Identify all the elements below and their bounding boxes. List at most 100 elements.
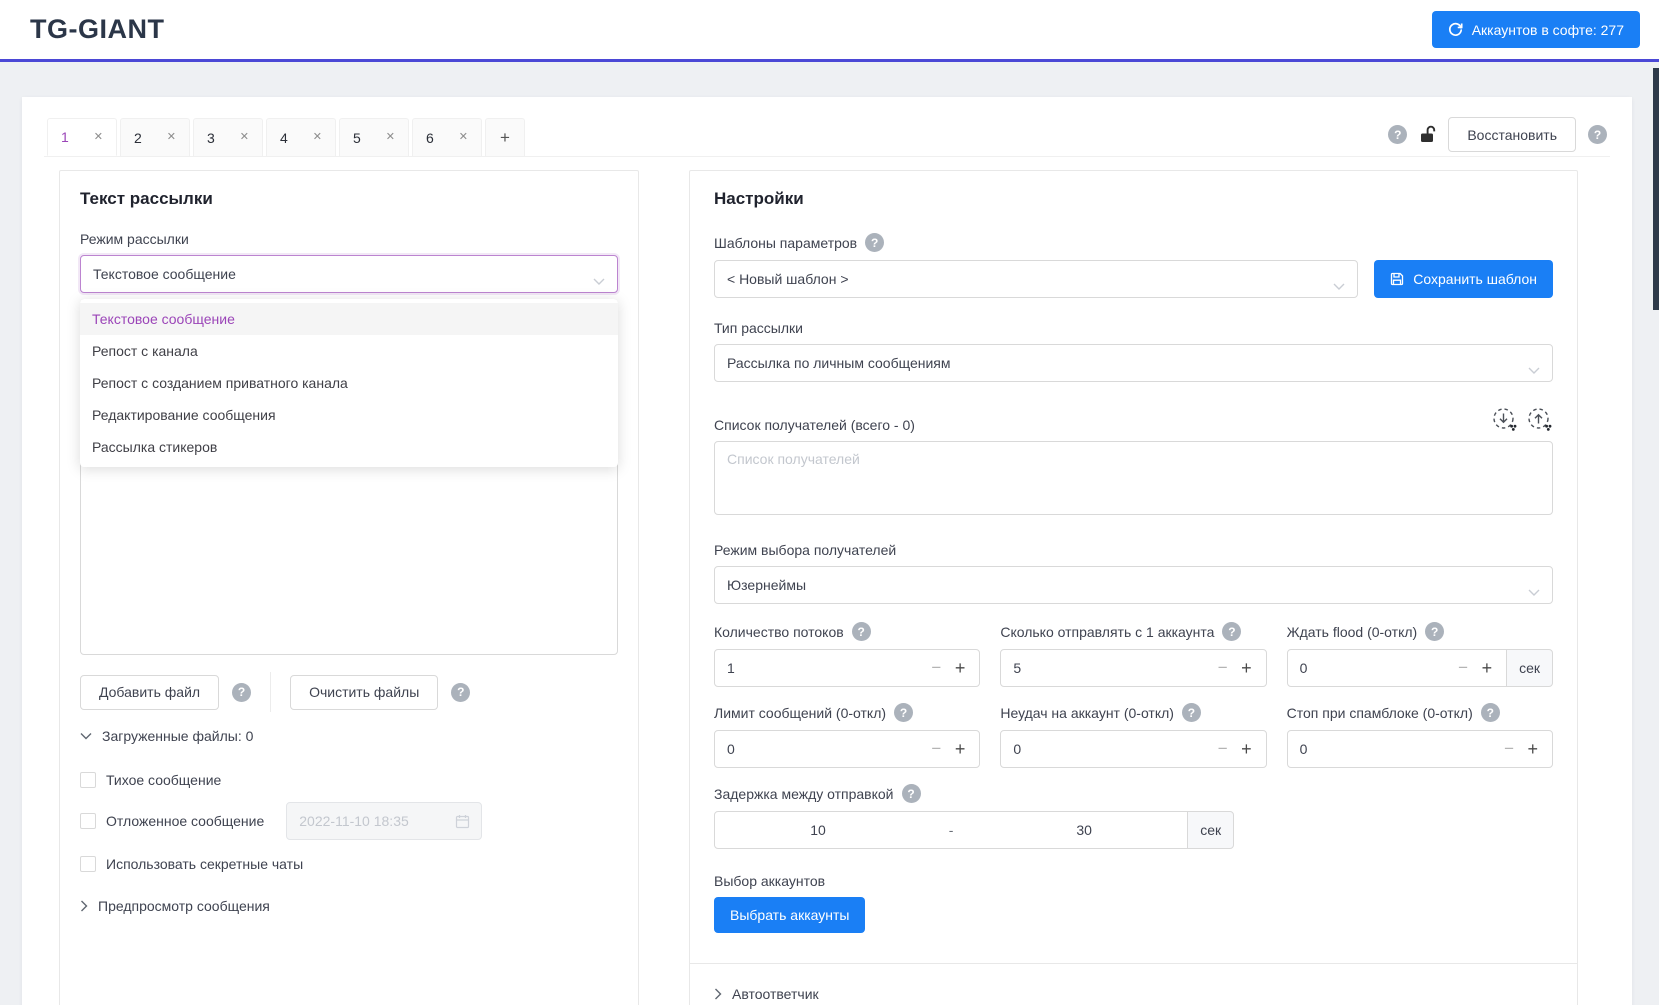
app-header: TG-GIANT Аккаунтов в софте: 277: [0, 0, 1659, 62]
template-select[interactable]: < Новый шаблон >: [714, 260, 1358, 298]
flood-stepper[interactable]: 0 − +: [1287, 649, 1507, 687]
help-icon[interactable]: ?: [1388, 125, 1407, 144]
mode-label: Режим рассылки: [80, 231, 618, 247]
threads-label: Количество потоков: [714, 624, 844, 640]
scrollbar[interactable]: [1653, 68, 1659, 310]
clear-files-button[interactable]: Очистить файлы: [290, 675, 438, 710]
scheduled-datetime-input[interactable]: [286, 802, 482, 840]
tab-3[interactable]: 3 ✕: [193, 118, 263, 156]
tab-5[interactable]: 5 ✕: [339, 118, 409, 156]
panel-title: Текст рассылки: [80, 189, 618, 209]
help-icon[interactable]: ?: [852, 622, 871, 641]
tab-4[interactable]: 4 ✕: [266, 118, 336, 156]
close-icon[interactable]: ✕: [313, 132, 322, 143]
recipient-mode-select[interactable]: Юзернеймы: [714, 566, 1553, 604]
help-icon[interactable]: ?: [232, 683, 251, 702]
increment-button[interactable]: +: [1241, 739, 1252, 760]
restore-button[interactable]: Восстановить: [1448, 117, 1576, 152]
increment-button[interactable]: +: [1527, 739, 1538, 760]
unlock-icon[interactable]: [1419, 125, 1436, 144]
increment-button[interactable]: +: [1241, 658, 1252, 679]
uploaded-files-toggle[interactable]: Загруженные файлы: 0: [80, 728, 618, 744]
type-label: Тип рассылки: [714, 320, 1553, 336]
delay-to-value[interactable]: 30: [981, 822, 1187, 838]
dropdown-option[interactable]: Редактирование сообщения: [80, 399, 618, 431]
delay-range-input[interactable]: 10 - 30: [714, 811, 1188, 849]
flood-label: Ждать flood (0-откл): [1287, 624, 1418, 640]
per-account-label: Сколько отправлять с 1 аккаунта: [1000, 624, 1214, 640]
help-icon[interactable]: ?: [451, 683, 470, 702]
help-icon[interactable]: ?: [894, 703, 913, 722]
close-icon[interactable]: ✕: [167, 132, 176, 143]
preview-toggle[interactable]: Предпросмотр сообщения: [80, 898, 618, 914]
scheduled-message-checkbox[interactable]: [80, 813, 96, 829]
tab-1[interactable]: 1 ✕: [47, 118, 117, 156]
increment-button[interactable]: +: [1482, 658, 1493, 679]
tab-bar: 1 ✕ 2 ✕ 3 ✕ 4 ✕ 5 ✕ 6 ✕ + ?: [44, 117, 1610, 157]
tab-2[interactable]: 2 ✕: [120, 118, 190, 156]
decrement-button[interactable]: −: [1218, 658, 1228, 678]
dropdown-option[interactable]: Текстовое сообщение: [80, 303, 618, 335]
dropdown-option[interactable]: Рассылка стикеров: [80, 431, 618, 463]
chevron-right-icon: [714, 988, 722, 1000]
help-icon[interactable]: ?: [1588, 125, 1607, 144]
fails-stepper[interactable]: 0 − +: [1000, 730, 1266, 768]
autoresponder-toggle[interactable]: Автоответчик: [714, 986, 1553, 1002]
divider: [270, 672, 271, 712]
dropdown-option[interactable]: Репост с созданием приватного канала: [80, 367, 618, 399]
add-tab-button[interactable]: +: [485, 118, 525, 156]
save-template-button[interactable]: Сохранить шаблон: [1374, 260, 1553, 298]
decrement-button[interactable]: −: [1504, 739, 1514, 759]
increment-button[interactable]: +: [955, 658, 966, 679]
limit-stepper[interactable]: 0 − +: [714, 730, 980, 768]
decrement-button[interactable]: −: [1458, 658, 1468, 678]
checkbox-label: Тихое сообщение: [106, 772, 221, 788]
chevron-down-icon: [1528, 361, 1540, 377]
settings-panel: Настройки Шаблоны параметров ? < Новый ш…: [689, 170, 1578, 1005]
help-icon[interactable]: ?: [865, 233, 884, 252]
refresh-icon: [1448, 22, 1463, 37]
import-recipients-icon[interactable]: [1491, 406, 1518, 433]
help-icon[interactable]: ?: [1481, 703, 1500, 722]
main-card: 1 ✕ 2 ✕ 3 ✕ 4 ✕ 5 ✕ 6 ✕ + ?: [22, 97, 1632, 1005]
delay-from-value[interactable]: 10: [715, 822, 921, 838]
close-icon[interactable]: ✕: [240, 132, 249, 143]
help-icon[interactable]: ?: [902, 784, 921, 803]
save-icon: [1390, 272, 1404, 286]
mode-select[interactable]: Текстовое сообщение: [80, 255, 618, 293]
app-logo: TG-GIANT: [30, 14, 164, 45]
tab-6[interactable]: 6 ✕: [412, 118, 482, 156]
range-dash: -: [921, 822, 981, 838]
checkbox-label: Использовать секретные чаты: [106, 856, 303, 872]
decrement-button[interactable]: −: [1218, 739, 1228, 759]
close-icon[interactable]: ✕: [386, 132, 395, 143]
seconds-suffix: сек: [1506, 649, 1553, 687]
mailing-type-select[interactable]: Рассылка по личным сообщениям: [714, 344, 1553, 382]
close-icon[interactable]: ✕: [94, 132, 103, 143]
export-recipients-icon[interactable]: [1526, 406, 1553, 433]
recipients-textarea[interactable]: [714, 441, 1553, 515]
help-icon[interactable]: ?: [1425, 622, 1444, 641]
decrement-button[interactable]: −: [931, 739, 941, 759]
calendar-icon: [455, 814, 470, 829]
increment-button[interactable]: +: [955, 739, 966, 760]
spamblock-stepper[interactable]: 0 − +: [1287, 730, 1553, 768]
chevron-right-icon: [80, 900, 88, 912]
per-account-stepper[interactable]: 5 − +: [1000, 649, 1266, 687]
message-panel: Текст рассылки Режим рассылки Текстовое …: [59, 170, 639, 1005]
help-icon[interactable]: ?: [1222, 622, 1241, 641]
close-icon[interactable]: ✕: [459, 132, 468, 143]
chevron-down-icon: [80, 732, 92, 740]
mode-dropdown: Текстовое сообщение Репост с канала Репо…: [80, 299, 618, 467]
decrement-button[interactable]: −: [931, 658, 941, 678]
secret-chats-checkbox[interactable]: [80, 856, 96, 872]
accounts-count-button[interactable]: Аккаунтов в софте: 277: [1432, 11, 1640, 48]
select-accounts-button[interactable]: Выбрать аккаунты: [714, 897, 865, 933]
panel-title: Настройки: [714, 189, 1553, 209]
silent-message-checkbox[interactable]: [80, 772, 96, 788]
add-file-button[interactable]: Добавить файл: [80, 675, 219, 710]
delay-label: Задержка между отправкой: [714, 786, 894, 802]
help-icon[interactable]: ?: [1182, 703, 1201, 722]
dropdown-option[interactable]: Репост с канала: [80, 335, 618, 367]
threads-stepper[interactable]: 1 − +: [714, 649, 980, 687]
